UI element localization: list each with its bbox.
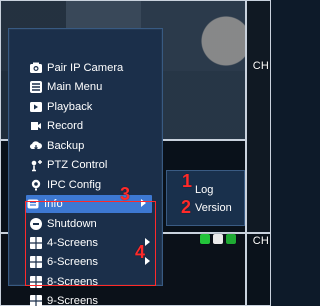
menu-item-label: 4-Screens [47, 237, 98, 249]
menu-item-label: 6-Screens [47, 256, 98, 268]
menu-item-playback[interactable]: Playback [29, 98, 156, 116]
menu-item-label: 9-Screens [47, 295, 98, 306]
menu-item-9-screens[interactable]: 9-Screens [29, 292, 156, 306]
menu-item-label: Backup [47, 140, 85, 152]
screen-layout-icon [29, 294, 43, 306]
menu-item-ipc-config[interactable]: IPC Config [29, 176, 156, 194]
screen-layout-icon [29, 275, 43, 289]
channel-label-bottom-right: CH [252, 235, 269, 247]
status-icon-green-2 [226, 234, 236, 244]
annotation-number-1: 1 [182, 171, 193, 191]
menu-item-shutdown[interactable]: Shutdown [29, 215, 156, 233]
status-icons [200, 233, 244, 245]
annotation-number-3: 3 [120, 184, 131, 204]
menu-item-label: Shutdown [47, 218, 97, 230]
submenu-item-log[interactable]: Log [195, 184, 213, 196]
annotation-number-4: 4 [135, 242, 146, 262]
menu-item-pair-ip-camera[interactable]: Pair IP Camera [29, 59, 156, 77]
chevron-right-icon [145, 257, 150, 265]
menu-item-record[interactable]: Record [29, 117, 156, 135]
playback-icon [29, 100, 43, 114]
record-icon [29, 119, 43, 133]
screen-layout-icon [29, 236, 43, 250]
info-icon [26, 197, 40, 211]
menu-item-label: PTZ Control [47, 159, 108, 171]
channel-label-top-right: CH [252, 60, 269, 72]
shutdown-icon [29, 217, 43, 231]
status-icon-green [200, 234, 210, 244]
status-icon-white [213, 234, 223, 244]
chevron-right-icon [141, 199, 146, 207]
menu-grid-icon [29, 80, 43, 94]
annotation-number-2: 2 [181, 197, 192, 217]
ipc-config-icon [29, 178, 43, 192]
menu-item-label: 8-Screens [47, 276, 98, 288]
camera-tile-right-top [246, 0, 271, 233]
menu-item-backup[interactable]: Backup [29, 137, 156, 155]
menu-item-label: Pair IP Camera [47, 62, 124, 74]
menu-item-label: Info [44, 198, 63, 210]
screen-layout-icon [29, 255, 43, 269]
backup-icon [29, 139, 43, 153]
menu-item-main-menu[interactable]: Main Menu [29, 78, 156, 96]
camera-icon [29, 61, 43, 75]
menu-item-ptz-control[interactable]: PTZ Control [29, 156, 156, 174]
info-submenu: Log Version [166, 170, 245, 226]
menu-item-8-screens[interactable]: 8-Screens [29, 273, 156, 291]
menu-item-label: IPC Config [47, 179, 102, 191]
chevron-right-icon [145, 238, 150, 246]
ptz-icon [29, 158, 43, 172]
menu-item-info[interactable]: Info [26, 195, 152, 213]
menu-item-label: Playback [47, 101, 93, 113]
menu-item-label: Record [47, 120, 84, 132]
menu-item-label: Main Menu [47, 81, 103, 93]
submenu-item-version[interactable]: Version [195, 202, 232, 214]
